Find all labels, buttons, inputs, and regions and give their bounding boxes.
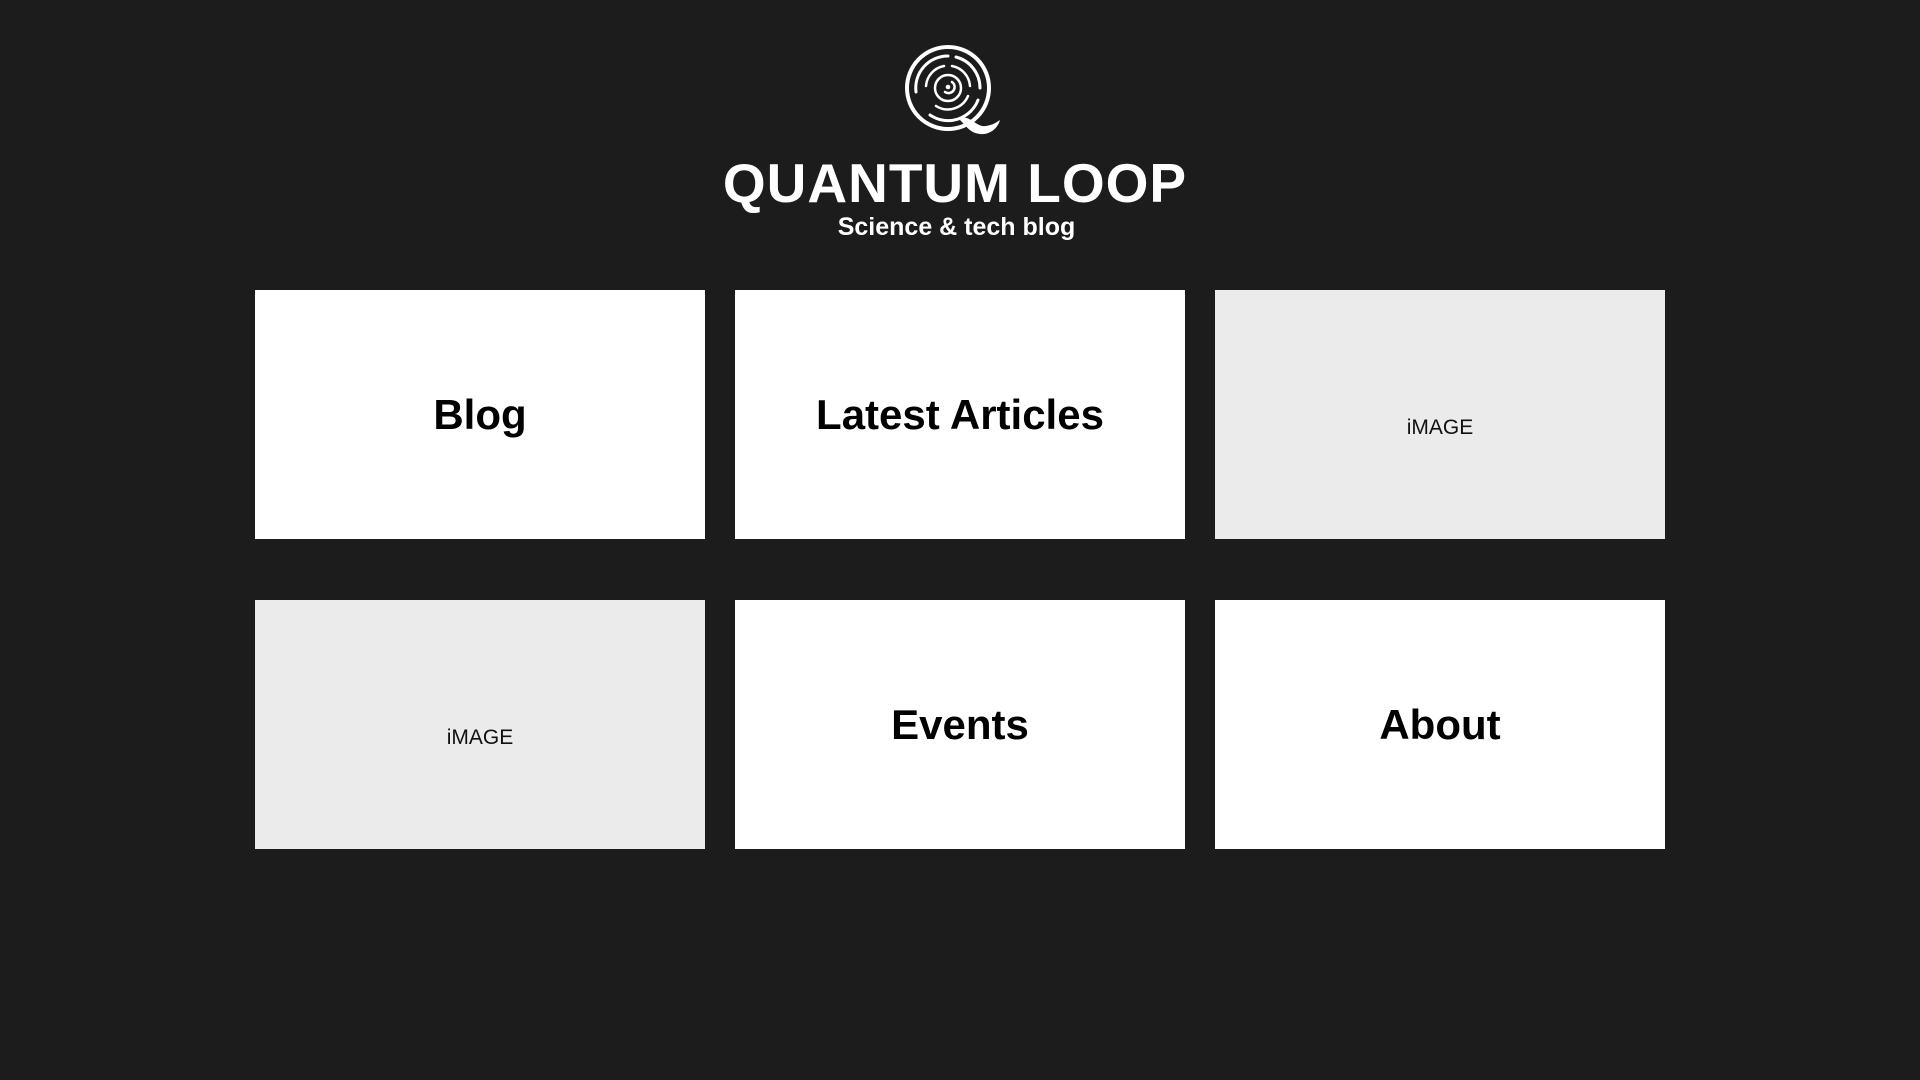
image-placeholder: iMAGE xyxy=(1215,290,1665,539)
site-title: QUANTUM LOOP xyxy=(722,152,1188,214)
about-tile[interactable]: About xyxy=(1215,600,1665,849)
site-subtitle: Science & tech blog xyxy=(837,213,1076,241)
image-placeholder: iMAGE xyxy=(255,600,705,849)
latest-articles-tile[interactable]: Latest Articles xyxy=(735,290,1185,539)
latest-articles-tile-label: Latest Articles xyxy=(816,390,1104,438)
about-tile-label: About xyxy=(1379,700,1501,748)
blog-tile-label: Blog xyxy=(433,390,527,438)
image-placeholder-label: iMAGE xyxy=(1406,415,1474,439)
page: QUANTUM LOOP Science & tech blog Blog La… xyxy=(0,0,1920,1080)
blog-tile[interactable]: Blog xyxy=(255,290,705,539)
quantum-loop-logo-icon[interactable] xyxy=(900,42,1010,138)
events-tile-label: Events xyxy=(891,700,1029,748)
events-tile[interactable]: Events xyxy=(735,600,1185,849)
site-header: QUANTUM LOOP Science & tech blog xyxy=(0,0,1920,250)
image-placeholder-label: iMAGE xyxy=(446,725,514,749)
